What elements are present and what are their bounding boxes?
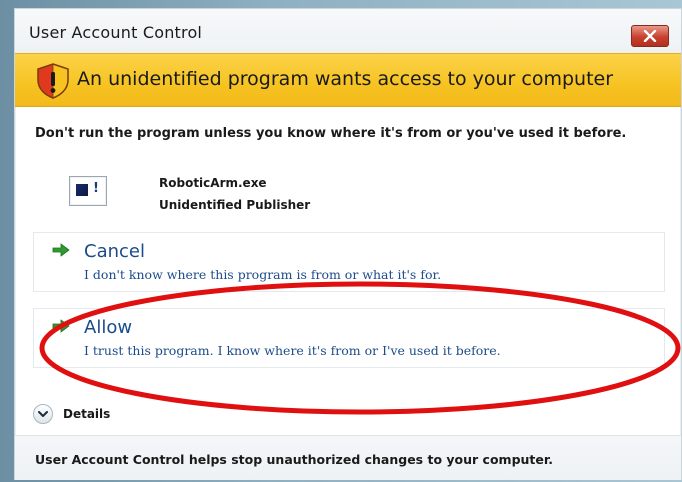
footer-text: User Account Control helps stop unauthor… (35, 452, 553, 467)
window-title: User Account Control (29, 23, 203, 42)
shield-warning-icon (37, 63, 69, 99)
cancel-option-description: I don't know where this program is from … (84, 267, 442, 282)
details-label: Details (63, 407, 111, 421)
details-toggle[interactable]: Details (33, 404, 110, 424)
banner-heading: An unidentified program wants access to … (77, 68, 614, 90)
cancel-option-title: Cancel (84, 241, 145, 262)
allow-option-description: I trust this program. I know where it's … (84, 343, 501, 358)
green-arrow-icon (52, 243, 70, 257)
desktop-background: User Account Control An unidentified pro… (0, 0, 682, 482)
program-icon: ! (69, 176, 107, 206)
program-name: RoboticArm.exe (159, 176, 267, 190)
allow-option[interactable]: Allow I trust this program. I know where… (33, 308, 665, 368)
title-bar: User Account Control (15, 9, 681, 53)
program-publisher: Unidentified Publisher (159, 198, 311, 212)
dialog-footer: User Account Control helps stop unauthor… (15, 435, 681, 480)
uac-dialog: User Account Control An unidentified pro… (14, 8, 682, 480)
cancel-option[interactable]: Cancel I don't know where this program i… (33, 232, 665, 292)
allow-option-title: Allow (84, 317, 133, 338)
warning-message: Don't run the program unless you know wh… (35, 126, 627, 141)
close-icon (643, 30, 657, 42)
chevron-down-icon (33, 404, 53, 424)
green-arrow-icon (52, 319, 70, 333)
dialog-body: Don't run the program unless you know wh… (15, 106, 681, 446)
close-button[interactable] (631, 25, 669, 47)
warning-banner: An unidentified program wants access to … (15, 53, 681, 107)
